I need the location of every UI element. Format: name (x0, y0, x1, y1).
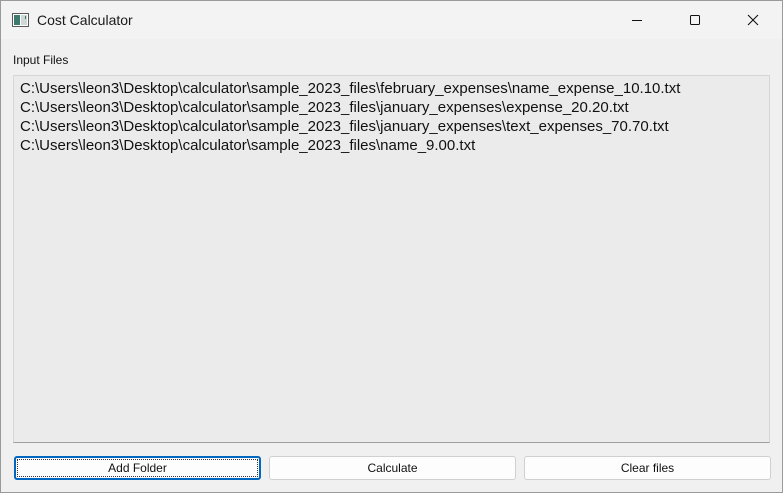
close-icon (747, 14, 759, 26)
maximize-icon (689, 14, 701, 26)
calculate-button[interactable]: Calculate (269, 456, 516, 480)
minimize-icon (631, 14, 643, 26)
list-item[interactable]: C:\Users\leon3\Desktop\calculator\sample… (20, 136, 763, 155)
title-bar[interactable]: Cost Calculator (1, 1, 782, 39)
app-window: Cost Calculator Input Files C:\Users\leo… (0, 0, 783, 493)
clear-files-button[interactable]: Clear files (524, 456, 771, 480)
window-title: Cost Calculator (37, 12, 133, 28)
list-item[interactable]: C:\Users\leon3\Desktop\calculator\sample… (20, 98, 763, 117)
close-button[interactable] (724, 1, 782, 39)
input-files-list[interactable]: C:\Users\leon3\Desktop\calculator\sample… (13, 75, 770, 443)
app-window-icon (12, 13, 29, 27)
maximize-button[interactable] (666, 1, 724, 39)
add-folder-button[interactable]: Add Folder (14, 456, 261, 480)
list-item[interactable]: C:\Users\leon3\Desktop\calculator\sample… (20, 117, 763, 136)
list-item[interactable]: C:\Users\leon3\Desktop\calculator\sample… (20, 79, 763, 98)
input-files-label: Input Files (13, 53, 69, 67)
minimize-button[interactable] (608, 1, 666, 39)
